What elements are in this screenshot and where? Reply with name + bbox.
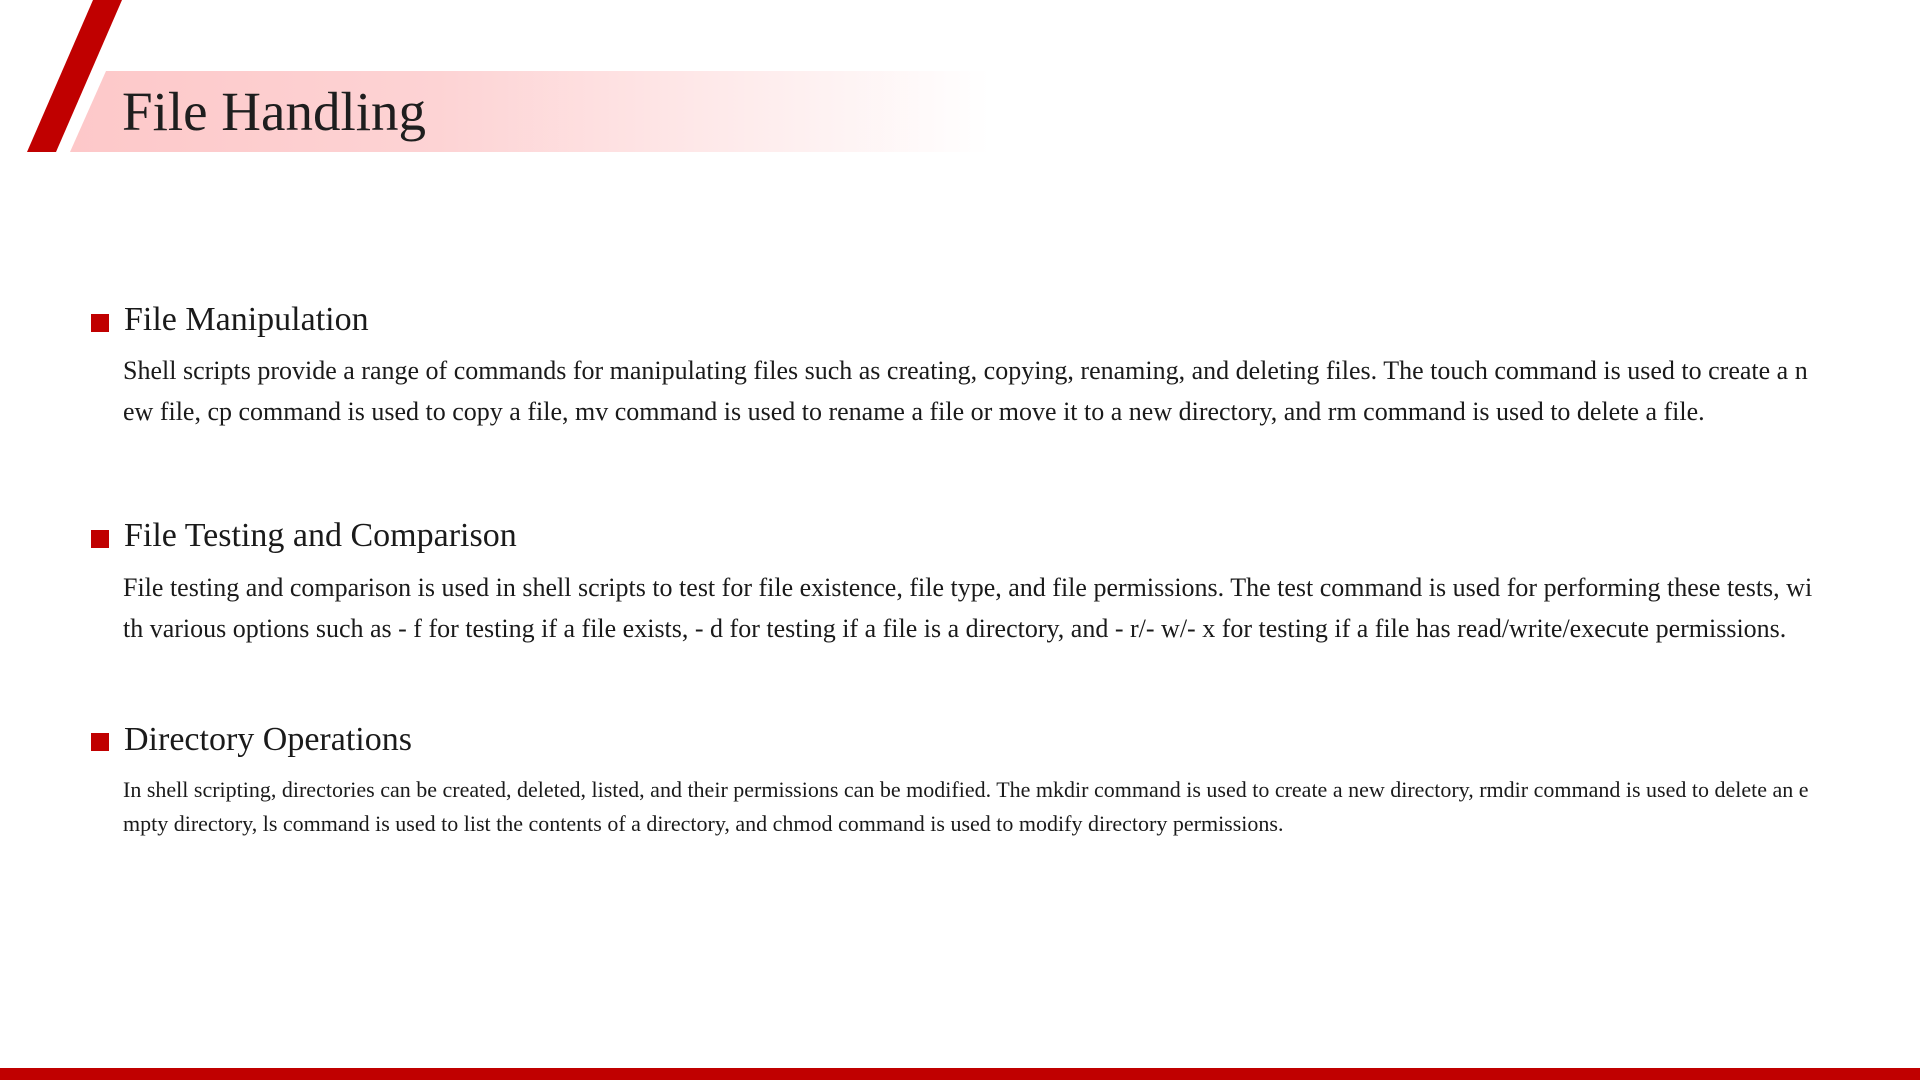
section-body: File testing and comparison is used in s… (123, 573, 1813, 643)
square-bullet-icon (91, 530, 109, 548)
section-heading: Directory Operations (124, 721, 412, 758)
square-bullet-icon (91, 314, 109, 332)
section-body: Shell scripts provide a range of command… (123, 356, 1808, 426)
bottom-accent-bar (0, 1068, 1920, 1080)
slide-title: File Handling (122, 81, 427, 142)
section-body: In shell scripting, directories can be c… (123, 777, 1809, 836)
section-heading: File Testing and Comparison (124, 517, 517, 554)
square-bullet-icon (91, 733, 109, 751)
section-heading: File Manipulation (124, 301, 369, 338)
